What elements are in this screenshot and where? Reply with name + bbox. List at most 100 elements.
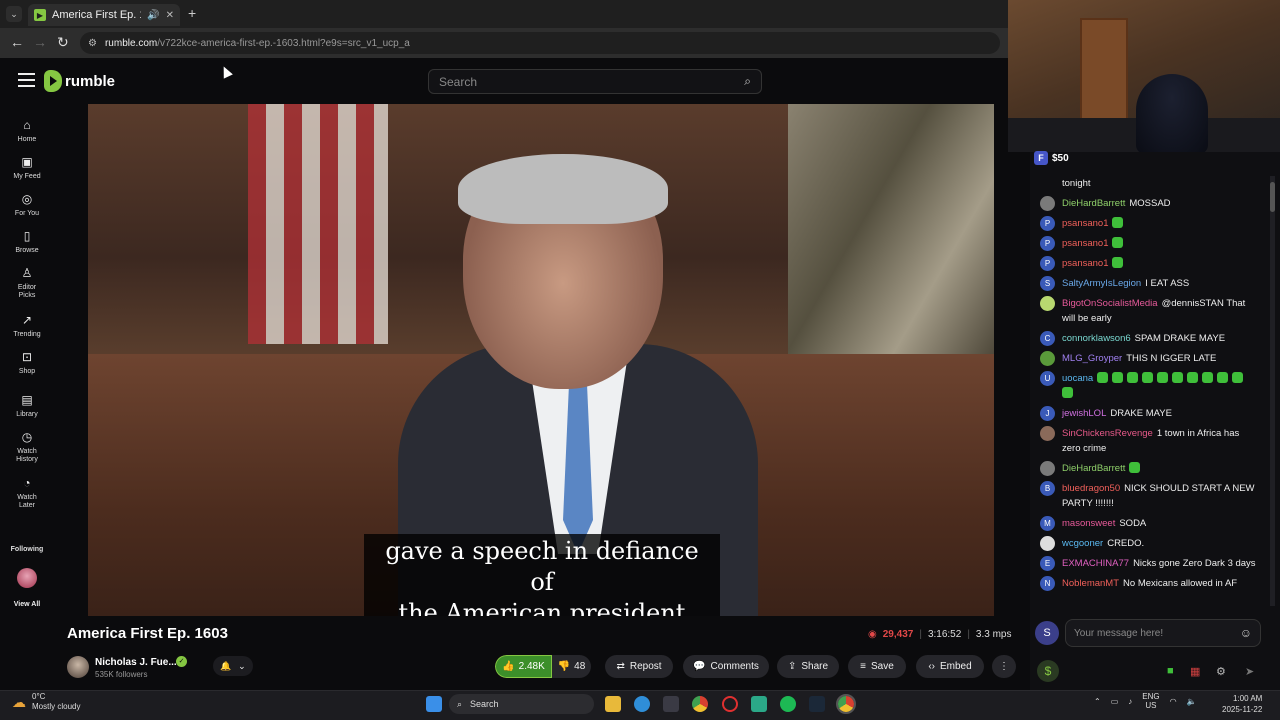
send-icon[interactable]: ➤ <box>1245 665 1254 678</box>
chat-user-avatar[interactable] <box>1040 461 1055 476</box>
sidebar-item-library[interactable]: ▤ Library <box>0 393 54 419</box>
reload-icon[interactable]: ↻ <box>57 34 69 51</box>
chat-user-avatar[interactable]: C <box>1040 331 1055 346</box>
share-button[interactable]: ⇪ Share <box>777 655 839 678</box>
start-button-icon[interactable] <box>426 696 442 712</box>
more-options-button[interactable]: ⋮ <box>992 655 1016 678</box>
chat-username[interactable]: SinChickensRevenge <box>1062 428 1153 439</box>
chat-username[interactable]: BigotOnSocialistMedia <box>1062 298 1158 309</box>
like-button[interactable]: 👍 2.48K <box>495 655 552 678</box>
new-tab-button[interactable]: + <box>188 5 196 21</box>
sidebar-item-my-feed[interactable]: ▣ My Feed <box>0 155 54 181</box>
chevron-up-icon[interactable]: ⌃ <box>1094 697 1101 706</box>
sidebar-item-watch-later[interactable]: ◔ Watch Later <box>0 476 54 510</box>
chat-username[interactable]: psansano1 <box>1062 238 1108 249</box>
channel-avatar[interactable] <box>67 656 89 678</box>
chat-user-avatar[interactable]: E <box>1040 556 1055 571</box>
sidebar-item-shop[interactable]: ⊡ Shop <box>0 350 54 376</box>
search-input[interactable]: Search ⌕ <box>428 69 762 94</box>
language-indicator[interactable]: ENG US <box>1142 692 1159 710</box>
tab-search-button[interactable]: ⌄ <box>6 6 22 22</box>
sidebar-item-watch-history[interactable]: ◷ Watch History <box>0 430 54 464</box>
flag-icon[interactable]: ▦ <box>1190 665 1200 678</box>
chat-user-avatar[interactable]: N <box>1040 576 1055 591</box>
chat-user-avatar[interactable]: J <box>1040 406 1055 421</box>
file-explorer-icon[interactable] <box>605 696 621 712</box>
chat-username[interactable]: bluedragon50 <box>1062 483 1120 494</box>
chat-username[interactable]: EXMACHINA77 <box>1062 558 1129 569</box>
following-channel-avatar[interactable] <box>17 568 37 588</box>
browser-tab[interactable]: ▶ America First Ep. 1603 🔊 ✕ <box>28 4 180 26</box>
video-player[interactable]: gave a speech in defiance of the America… <box>88 104 994 616</box>
microphone-icon[interactable]: ♪ <box>1128 697 1132 706</box>
volume-icon[interactable]: 🔈 <box>1187 697 1197 706</box>
sidebar-item-home[interactable]: ⌂ Home <box>0 118 54 144</box>
repost-button[interactable]: ⇄ Repost <box>605 655 673 678</box>
taskbar-clock[interactable]: 1:00 AM 2025-11-22 <box>1222 693 1262 715</box>
chat-username[interactable]: wcgooner <box>1062 538 1103 549</box>
chat-message-input[interactable]: Your message here! ☺ <box>1065 619 1261 647</box>
app-icon[interactable] <box>751 696 767 712</box>
taskbar-search[interactable]: ⌕ Search <box>449 694 594 714</box>
weather-widget[interactable]: ☁ 0°C Mostly cloudy <box>12 692 80 712</box>
chat-scrollbar-thumb[interactable] <box>1270 182 1275 212</box>
speaker-icon[interactable]: 🔊 <box>147 10 159 21</box>
embed-button[interactable]: ‹› Embed <box>916 655 984 678</box>
settings-icon[interactable]: ⚙ <box>1216 665 1226 678</box>
wifi-icon[interactable]: ◠ <box>1170 697 1177 706</box>
edge-icon[interactable] <box>634 696 650 712</box>
spotify-icon[interactable] <box>780 696 796 712</box>
comments-button[interactable]: 💬 Comments <box>683 655 769 678</box>
chat-user-avatar[interactable]: M <box>1040 516 1055 531</box>
chat-username[interactable]: connorklawson6 <box>1062 333 1131 344</box>
chat-user-avatar[interactable]: U <box>1040 371 1055 386</box>
address-bar[interactable]: ⚙ rumble.com /v722kce-america-first-ep.-… <box>80 32 1000 54</box>
chat-user-avatar[interactable] <box>1040 426 1055 441</box>
forward-icon[interactable]: → <box>33 34 47 50</box>
menu-icon[interactable] <box>18 73 35 87</box>
search-icon[interactable]: ⌕ <box>744 74 751 89</box>
chat-tip-badge[interactable]: F $50 <box>1034 151 1069 165</box>
rumble-logo[interactable]: rumble <box>44 70 115 92</box>
notification-button[interactable]: 🔔 ⌄ <box>213 656 253 676</box>
dislike-button[interactable]: 👎 48 <box>552 655 591 678</box>
sidebar-item-browse[interactable]: ▯ Browse <box>0 229 54 255</box>
chrome-icon[interactable] <box>692 696 708 712</box>
chat-username[interactable]: MLG_Groyper <box>1062 353 1122 364</box>
chat-username[interactable]: psansano1 <box>1062 258 1108 269</box>
chat-username[interactable]: NoblemanMT <box>1062 578 1119 589</box>
close-tab-icon[interactable]: ✕ <box>166 10 174 21</box>
chat-username[interactable]: uocana <box>1062 373 1093 384</box>
chrome-active-icon[interactable] <box>836 694 856 714</box>
steam-icon[interactable] <box>809 696 825 712</box>
site-info-icon[interactable]: ⚙ <box>88 38 97 49</box>
opera-icon[interactable] <box>722 696 738 712</box>
channel-name[interactable]: Nicholas J. Fue... <box>95 657 177 668</box>
chat-username[interactable]: jewishLOL <box>1062 408 1106 419</box>
chat-username[interactable]: masonsweet <box>1062 518 1115 529</box>
save-button[interactable]: ≡ Save <box>848 655 906 678</box>
sidebar-item-editor-picks[interactable]: ♙ Editor Picks <box>0 266 54 300</box>
chat-user-avatar[interactable] <box>1040 196 1055 211</box>
network-icon[interactable]: ▭ <box>1111 697 1119 706</box>
chat-username[interactable]: DieHardBarrett <box>1062 463 1125 474</box>
sidebar-item-trending[interactable]: ↗ Trending <box>0 313 54 339</box>
rant-dollar-button[interactable]: $ <box>1037 660 1059 682</box>
sidebar-item-for-you[interactable]: ◎ For You <box>0 192 54 218</box>
chat-user-avatar[interactable] <box>1040 296 1055 311</box>
chat-user-avatar[interactable]: S <box>1040 276 1055 291</box>
chat-user-avatar[interactable]: B <box>1040 481 1055 496</box>
emote-icon[interactable]: ■ <box>1167 665 1174 677</box>
chat-user-avatar[interactable] <box>1040 176 1055 191</box>
chat-user-avatar[interactable]: P <box>1040 256 1055 271</box>
chat-user-avatar[interactable] <box>1040 536 1055 551</box>
chat-user-avatar[interactable] <box>1040 351 1055 366</box>
chat-user-avatar[interactable]: P <box>1040 236 1055 251</box>
chat-scrollbar[interactable] <box>1270 176 1275 606</box>
chat-user-avatar[interactable]: P <box>1040 216 1055 231</box>
chat-username[interactable]: DieHardBarrett <box>1062 198 1125 209</box>
view-all-link[interactable]: View All <box>0 601 54 608</box>
emoji-icon[interactable]: ☺ <box>1240 626 1252 640</box>
chat-username[interactable]: SaltyArmyIsLegion <box>1062 278 1141 289</box>
chat-username[interactable]: psansano1 <box>1062 218 1108 229</box>
